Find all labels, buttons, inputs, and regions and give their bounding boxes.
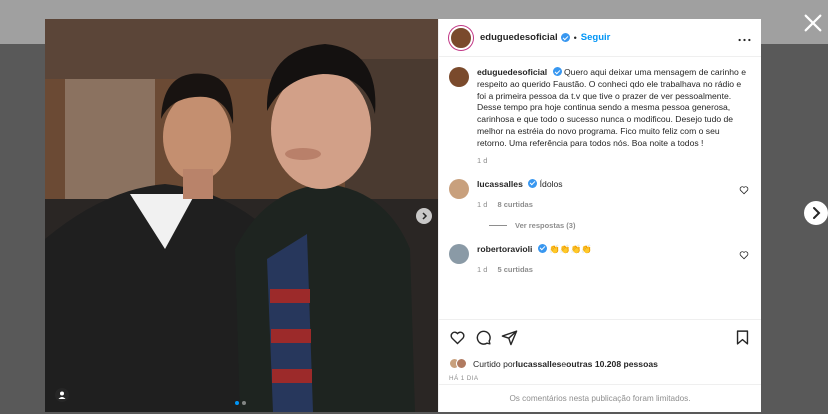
likes-others[interactable]: outras 10.208 pessoas: [566, 359, 658, 369]
more-options-icon[interactable]: [738, 30, 751, 45]
follow-button[interactable]: Seguir: [581, 32, 611, 43]
comment-item: lucassalles Ídolos 1 d 8 curtidas: [449, 178, 751, 209]
comment-item: robertoravioli 👏👏👏👏 1 d 5 curtidas: [449, 243, 751, 274]
verified-badge-icon: [560, 33, 570, 42]
close-icon[interactable]: [802, 12, 824, 34]
likes-summary[interactable]: Curtido por lucassalles e outras 10.208 …: [449, 358, 751, 369]
user-tag-icon[interactable]: [55, 388, 69, 402]
likes-user[interactable]: lucassalles: [516, 359, 562, 369]
post-sidebar: eduguedesoficial • Seguir eduguedesofici…: [438, 19, 761, 412]
verified-badge-icon: [537, 243, 547, 253]
post-header: eduguedesoficial • Seguir: [439, 19, 761, 57]
avatar[interactable]: [449, 178, 469, 199]
comments-limited-notice: Os comentários nesta publicação foram li…: [439, 384, 761, 412]
comment-username[interactable]: lucassalles: [477, 179, 523, 189]
comment-age: 1 d: [477, 199, 488, 209]
heart-icon[interactable]: [739, 185, 749, 195]
carousel-indicator: [235, 401, 246, 405]
next-post-button[interactable]: [804, 201, 828, 225]
likes-prefix: Curtido por: [473, 358, 516, 369]
share-icon[interactable]: [501, 329, 518, 346]
post-photo[interactable]: [45, 19, 438, 412]
caption: eduguedesoficial Quero aqui deixar uma m…: [449, 67, 751, 150]
comment-likes[interactable]: 8 curtidas: [497, 200, 532, 209]
caption-author[interactable]: eduguedesoficial: [477, 67, 547, 77]
avatar[interactable]: [449, 243, 469, 264]
avatar[interactable]: [449, 67, 469, 87]
comment-icon[interactable]: [475, 329, 492, 346]
view-replies-button[interactable]: Ver respostas (3): [489, 221, 751, 230]
comment-age: 1 d: [477, 264, 488, 274]
avatar: [456, 358, 467, 369]
bookmark-icon[interactable]: [734, 329, 751, 346]
comment-likes[interactable]: 5 curtidas: [497, 265, 532, 274]
caption-text: Quero aqui deixar uma mensagem de carinh…: [477, 67, 746, 148]
comment-text: Ídolos: [539, 178, 563, 189]
comment-text: 👏👏👏👏: [549, 243, 592, 254]
avatar[interactable]: [449, 25, 473, 50]
author-username[interactable]: eduguedesoficial: [480, 32, 558, 43]
photo-illustration: [45, 19, 438, 412]
chevron-right-icon: [422, 212, 428, 220]
photo-next-button[interactable]: [416, 208, 432, 224]
heart-icon[interactable]: [739, 250, 749, 260]
separator: •: [573, 32, 577, 43]
post-timestamp: HÁ 1 DIA: [449, 375, 479, 382]
chevron-right-icon: [813, 207, 821, 219]
post-modal: eduguedesoficial • Seguir eduguedesofici…: [45, 19, 761, 412]
verified-badge-icon: [528, 178, 538, 188]
verified-badge-icon: [552, 67, 562, 76]
heart-icon[interactable]: [449, 329, 466, 346]
comment-username[interactable]: robertoravioli: [477, 244, 532, 254]
comments-scroll[interactable]: eduguedesoficial Quero aqui deixar uma m…: [439, 57, 761, 327]
caption-age: 1 d: [477, 155, 488, 165]
